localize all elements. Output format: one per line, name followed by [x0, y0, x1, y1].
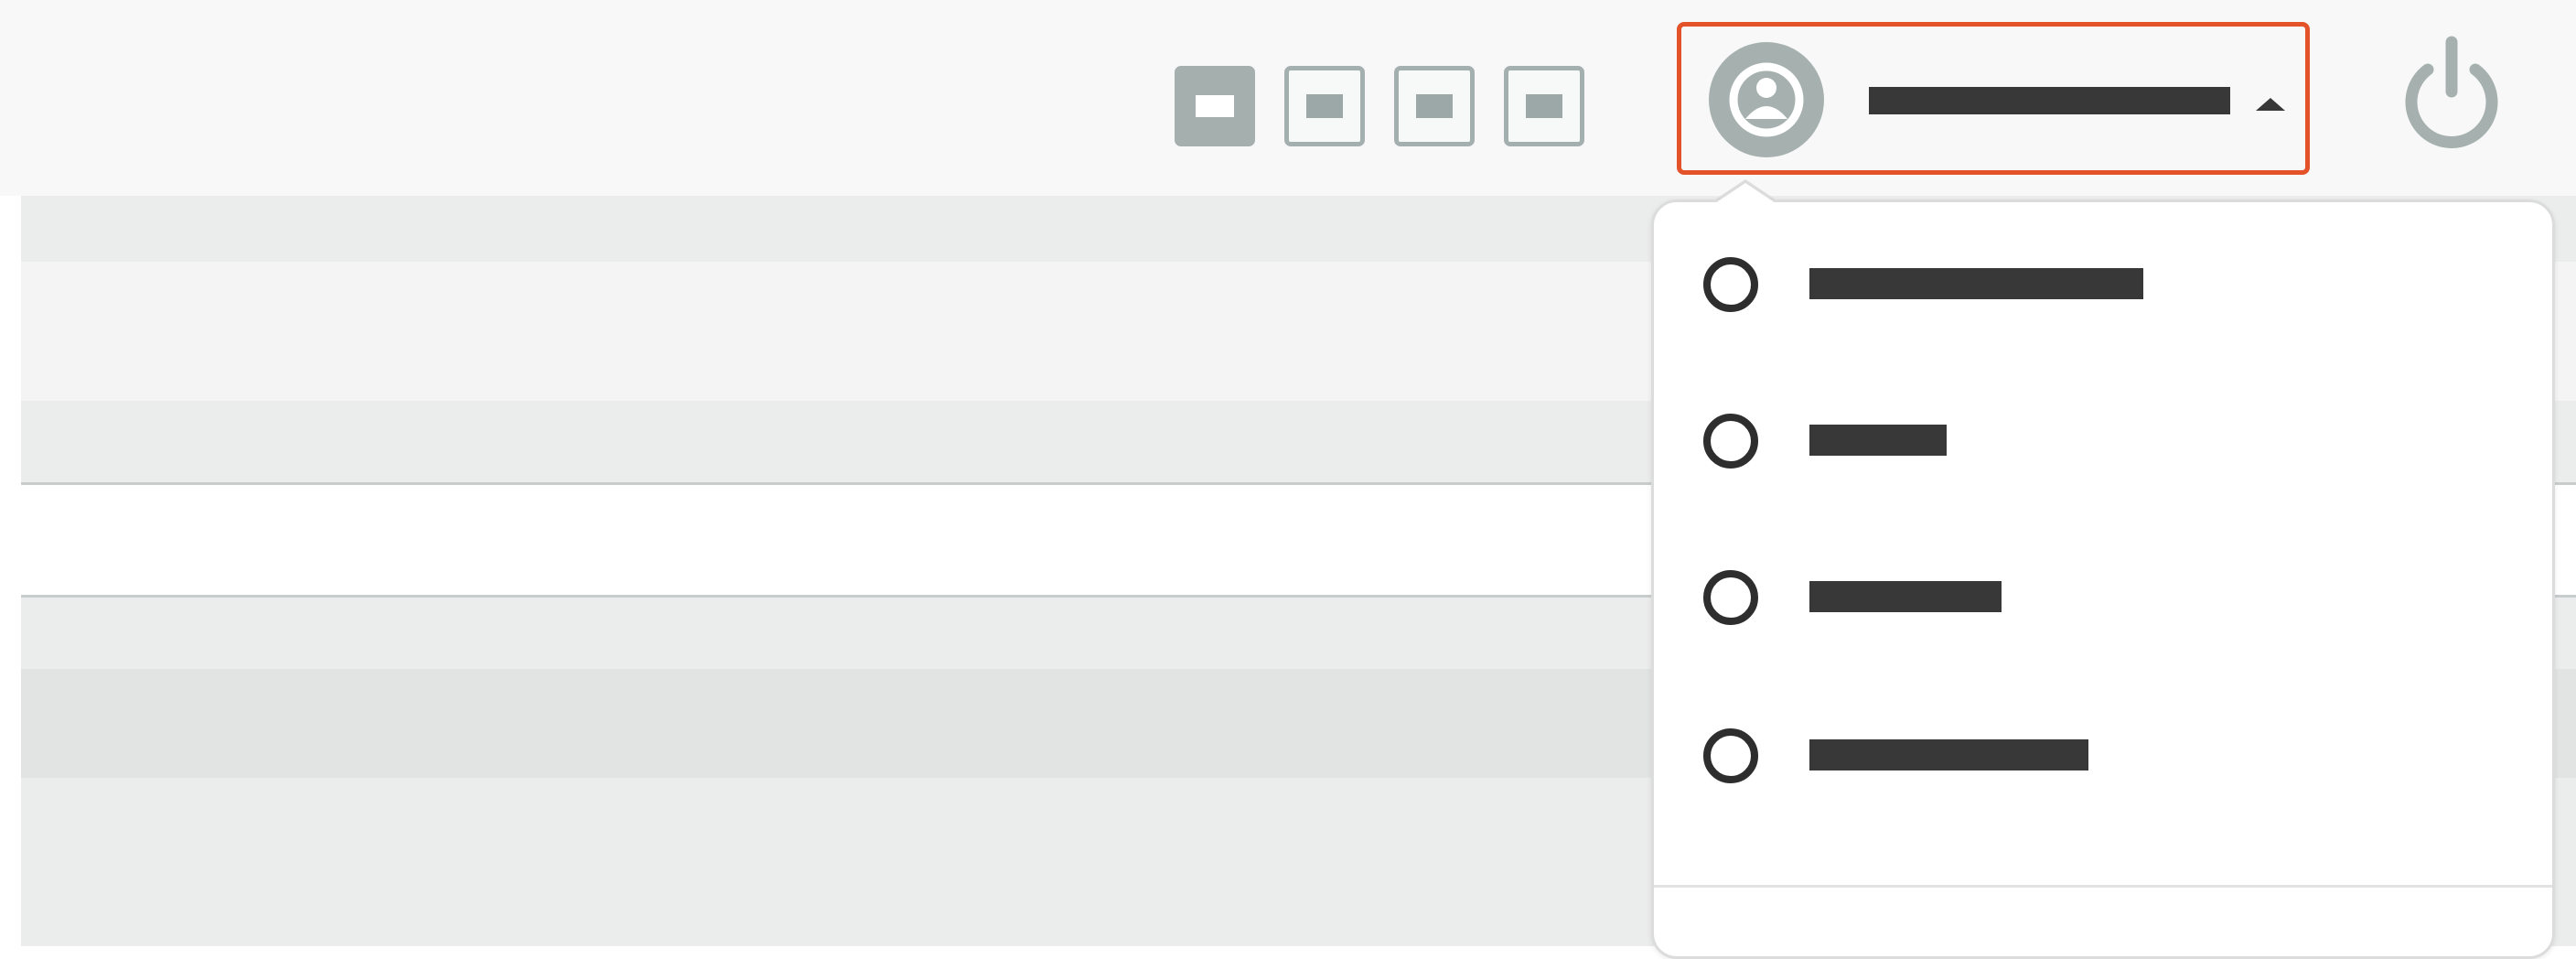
- layout-panel-icon: [1306, 94, 1343, 118]
- user-dropdown-menu: [1651, 199, 2555, 959]
- layout-option-2-button[interactable]: [1284, 66, 1365, 146]
- username-redacted: [1869, 87, 2230, 114]
- power-icon: [2405, 36, 2498, 148]
- caret-up-icon: [2256, 98, 2285, 111]
- user-circle-icon: [1709, 42, 1824, 157]
- power-button[interactable]: [2391, 29, 2512, 157]
- layout-option-4-button[interactable]: [1504, 66, 1584, 146]
- radio-unchecked-icon[interactable]: [1703, 414, 1758, 469]
- layout-single-button[interactable]: [1175, 66, 1255, 146]
- menu-item-label-redacted: [1809, 739, 2088, 770]
- layout-panel-icon: [1526, 94, 1562, 118]
- radio-unchecked-icon[interactable]: [1703, 728, 1758, 783]
- menu-item-4[interactable]: [1654, 701, 2552, 811]
- menu-item-label-redacted: [1809, 268, 2143, 299]
- layout-panel-icon: [1416, 94, 1453, 118]
- user-menu-trigger[interactable]: [1677, 22, 2310, 175]
- top-toolbar: [0, 0, 2576, 196]
- menu-item-1[interactable]: [1654, 230, 2552, 339]
- menu-item-label-redacted: [1809, 581, 2002, 612]
- menu-divider: [1654, 885, 2552, 888]
- radio-unchecked-icon[interactable]: [1703, 257, 1758, 312]
- menu-item-label-redacted: [1809, 425, 1947, 456]
- layout-option-3-button[interactable]: [1394, 66, 1475, 146]
- radio-unchecked-icon[interactable]: [1703, 570, 1758, 625]
- menu-item-2[interactable]: [1654, 386, 2552, 496]
- layout-single-icon: [1196, 95, 1234, 117]
- menu-item-3[interactable]: [1654, 543, 2552, 652]
- dropdown-pointer-fill: [1715, 183, 1776, 203]
